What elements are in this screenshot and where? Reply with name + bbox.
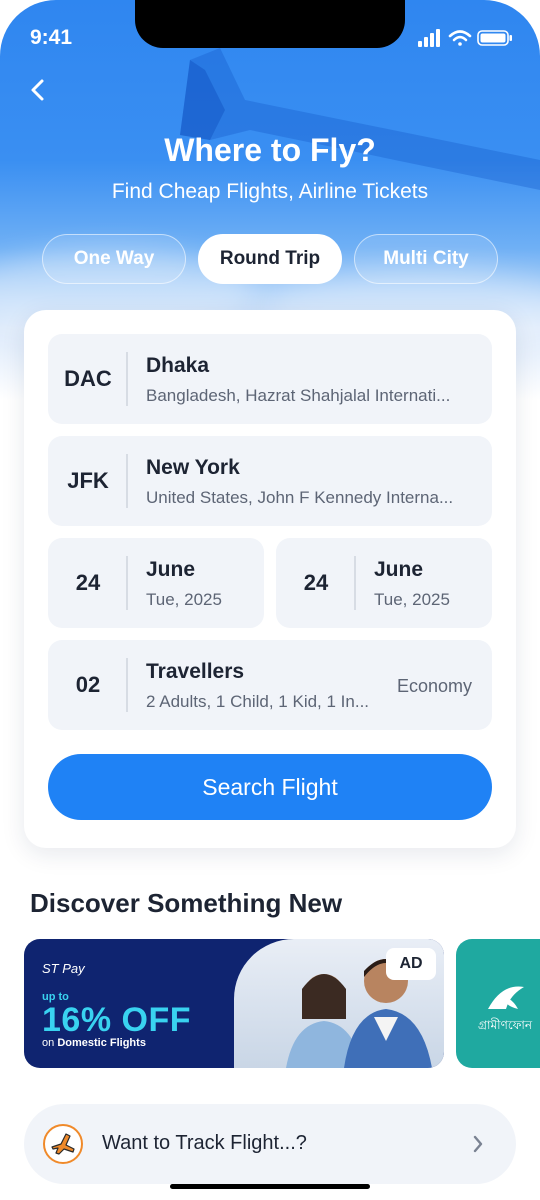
st-pay-logo: ST Pay <box>42 961 85 976</box>
page-title: Where to Fly? <box>164 132 376 168</box>
depart-detail: Tue, 2025 <box>146 590 222 609</box>
phone-screen: 9:41 Where to Fly? Find Cheap Flights, A… <box>0 0 540 1200</box>
grameenphone-label: গ্রামীণফোন <box>478 1018 533 1032</box>
home-indicator <box>170 1184 370 1189</box>
airplane-wing-image <box>180 48 540 190</box>
back-arrow-icon <box>31 79 44 101</box>
tab-one-way[interactable]: One Way <box>42 234 186 284</box>
to-city: New York <box>146 456 240 479</box>
chevron-right-icon <box>473 1135 483 1153</box>
status-time: 9:41 <box>30 26 73 49</box>
section-title: Discover Something New <box>30 888 343 918</box>
from-airport-field[interactable]: DAC Dhaka Bangladesh, Hazrat Shahjalal I… <box>48 334 492 424</box>
trip-type-tabs: One Way Round Trip Multi City <box>42 234 498 286</box>
status-icons <box>418 29 512 47</box>
from-airport-code: DAC <box>64 366 112 391</box>
from-city: Dhaka <box>146 354 210 377</box>
plane-icon <box>43 1124 83 1164</box>
battery-icon <box>477 30 512 46</box>
depart-date-field[interactable]: 24 June Tue, 2025 <box>48 538 264 628</box>
grameenphone-logo-icon <box>488 986 524 1009</box>
return-day: 24 <box>303 570 329 595</box>
return-date-field[interactable]: 24 June Tue, 2025 <box>276 538 492 628</box>
search-flight-button[interactable]: Search Flight <box>48 754 492 820</box>
travellers-label: Travellers <box>146 660 245 683</box>
signal-icon <box>418 29 440 47</box>
offer-condition: on Domestic Flights <box>42 1037 146 1049</box>
field-divider <box>126 352 128 406</box>
field-divider <box>126 658 128 712</box>
cabin-class[interactable]: Economy <box>397 676 472 697</box>
promo-banner-grameenphone[interactable]: গ্রামীণফোন <box>456 939 540 1068</box>
field-divider <box>354 556 356 610</box>
depart-month: June <box>146 558 196 581</box>
tab-round-trip[interactable]: Round Trip <box>198 234 342 284</box>
to-airport-detail: United States, John F Kennedy Interna... <box>146 488 454 507</box>
page-subtitle: Find Cheap Flights, Airline Tickets <box>111 180 429 203</box>
offer-value: 16% OFF <box>42 1001 191 1039</box>
return-detail: Tue, 2025 <box>374 590 450 609</box>
device-notch <box>135 0 405 48</box>
depart-day: 24 <box>75 570 101 595</box>
back-button[interactable] <box>22 74 54 106</box>
travellers-field[interactable]: 02 Travellers 2 Adults, 1 Child, 1 Kid, … <box>48 640 492 730</box>
field-divider <box>126 454 128 508</box>
to-airport-field[interactable]: JFK New York United States, John F Kenne… <box>48 436 492 526</box>
to-airport-code: JFK <box>67 468 109 493</box>
return-month: June <box>374 558 424 581</box>
travellers-detail: 2 Adults, 1 Child, 1 Kid, 1 In... <box>146 692 370 711</box>
promo-banner-st-pay[interactable]: ST Pay up to 16% OFF on Domestic Flights… <box>24 939 444 1068</box>
ad-badge: AD <box>386 948 436 980</box>
track-flight-label: Want to Track Flight...? <box>102 1132 307 1154</box>
track-flight-button[interactable]: Want to Track Flight...? <box>24 1104 516 1184</box>
from-airport-detail: Bangladesh, Hazrat Shahjalal Internati..… <box>146 386 451 405</box>
flight-search-card: DAC Dhaka Bangladesh, Hazrat Shahjalal I… <box>24 310 516 848</box>
tab-multi-city[interactable]: Multi City <box>354 234 498 284</box>
traveller-count: 02 <box>75 672 101 697</box>
field-divider <box>126 556 128 610</box>
wifi-icon <box>448 30 472 46</box>
